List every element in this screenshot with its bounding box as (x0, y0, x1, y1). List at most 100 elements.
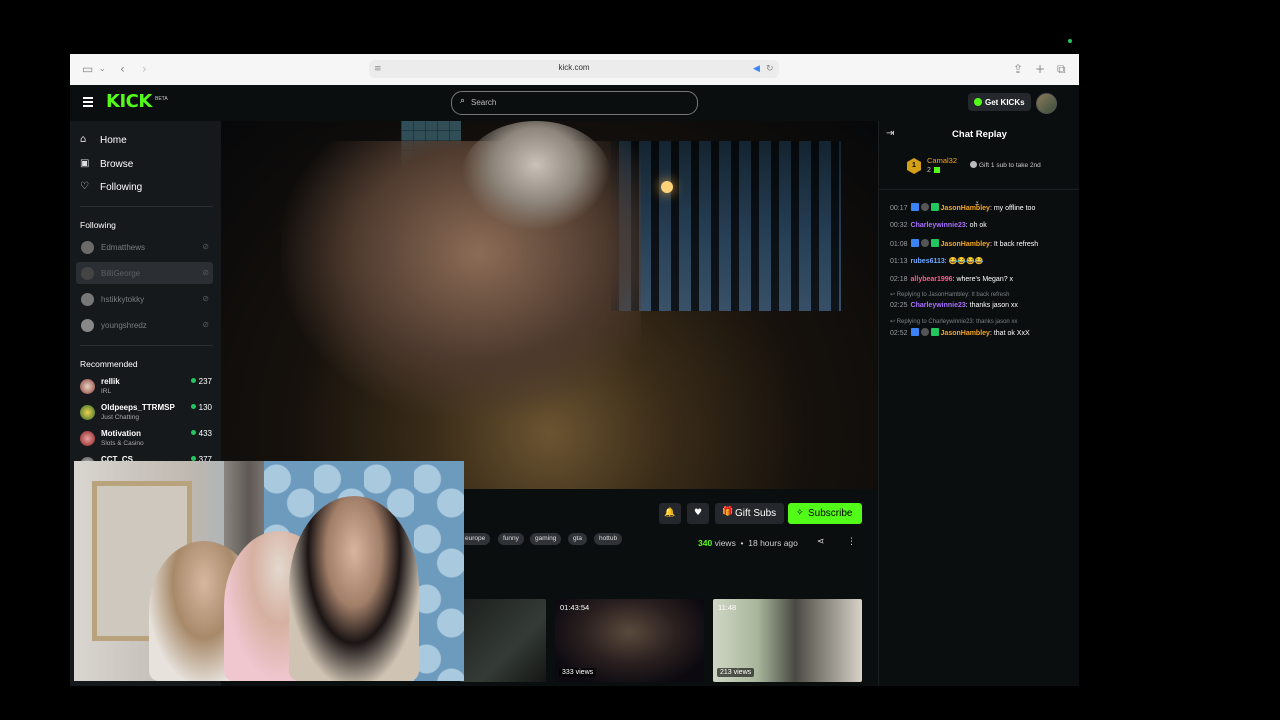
message-user[interactable]: Charleywinnie23 (911, 222, 966, 229)
channel-name: rellik (101, 377, 120, 386)
forward-icon[interactable]: › (142, 62, 147, 76)
share-icon[interactable]: ⇪ (1013, 62, 1023, 76)
channel-name: Edmatthews (101, 243, 146, 252)
badge-icon (920, 239, 929, 247)
follow-heart-button[interactable]: ♥ (687, 503, 709, 524)
recommended-channel[interactable]: Motivation Slots & Casino 433 (80, 428, 212, 452)
gift-prompt[interactable]: Gift 1 sub to take 2nd (970, 161, 1041, 169)
user-avatar[interactable] (1036, 93, 1057, 114)
views-label: views (714, 538, 736, 548)
site-header: KICK BETA ⌕ Search Get KICKs (70, 85, 1079, 121)
following-title: Following (80, 220, 116, 230)
top-gifter-name[interactable]: Camal32 (927, 156, 957, 165)
message-user[interactable]: rubes6113 (911, 258, 945, 265)
back-icon[interactable]: ‹ (120, 62, 125, 76)
clip-views: 213 views (717, 668, 755, 677)
chat-message: 00:17 JasonHambley: my offline too (890, 203, 1076, 213)
gift-prompt-text: Gift 1 sub to take 2nd (979, 162, 1041, 169)
views-count: 340 (698, 538, 713, 548)
message-text: : It back refresh (989, 241, 1039, 248)
sidebar-toggle-icon[interactable]: ▭ (82, 62, 93, 76)
clip-card[interactable]: 11:48 213 views (713, 599, 862, 682)
gift-subs-button[interactable]: 🎁 Gift Subs (715, 503, 784, 524)
viewer-count-value: 433 (198, 429, 212, 438)
channel-name: BilliGeorge (101, 269, 141, 278)
offline-icon: ⊘ (202, 268, 209, 277)
heart-icon: ♥ (693, 508, 703, 518)
browse-icon: ▣ (80, 158, 90, 169)
gift-count-icon (933, 167, 940, 173)
share-icon[interactable]: ⋖ (817, 537, 825, 547)
recommended-channel[interactable]: rellik IRL 237 (80, 376, 212, 400)
speaker-icon[interactable]: ◀ (753, 62, 760, 76)
search-input[interactable]: ⌕ Search (451, 91, 698, 115)
get-kicks-label: Get KICKs (985, 98, 1025, 107)
gift-badge-icon (930, 328, 939, 336)
video-background-railing (611, 141, 841, 311)
tag-europe[interactable]: europe (460, 533, 491, 545)
notification-bell-button[interactable]: 🔔 (659, 503, 681, 524)
channel-avatar (81, 241, 94, 254)
gift-icon: 🎁 (722, 507, 734, 517)
recommended-channel[interactable]: Oldpeeps_TTRMSP Just Chatting 130 (80, 402, 212, 426)
channel-category: Just Chatting (101, 414, 139, 421)
viewer-count: 433 (190, 429, 212, 438)
offline-icon: ⊘ (202, 294, 209, 303)
tag-gta[interactable]: gta (568, 533, 588, 545)
live-dot-icon (190, 430, 196, 435)
badge-icon (910, 239, 919, 247)
followed-channel[interactable]: youngshredz ⊘ (76, 314, 213, 336)
reply-text: Replying to Charleywinnie23: thanks jaso… (896, 319, 1018, 325)
address-bar[interactable]: ≡ kick.com ◀ ↻ (369, 60, 779, 78)
message-text: : where's Megan? x (952, 276, 1014, 283)
tag-gaming[interactable]: gaming (530, 533, 562, 545)
kick-logo[interactable]: KICK (106, 91, 152, 112)
tabs-overview-icon[interactable]: ⧉ (1057, 62, 1066, 76)
clip-card[interactable] (460, 599, 546, 682)
reply-text: Replying to JasonHambley: It back refres… (896, 292, 1010, 298)
bell-icon: 🔔 (664, 508, 676, 518)
get-kicks-button[interactable]: Get KICKs (968, 93, 1031, 111)
tag-funny[interactable]: funny (498, 533, 524, 545)
followed-channel[interactable]: BilliGeorge ⊘ (76, 262, 213, 284)
search-placeholder: Search (471, 98, 497, 107)
chevron-down-icon[interactable]: ⌄ (99, 62, 106, 76)
video-light (661, 181, 673, 193)
rank-badge-icon: 1 (907, 158, 921, 174)
webcam-person (289, 496, 419, 681)
channel-name: hstikkytokky (101, 295, 145, 304)
channel-name: Motivation (101, 429, 141, 438)
message-user[interactable]: JasonHambley (941, 330, 990, 337)
new-tab-icon[interactable]: + (1035, 62, 1045, 76)
message-user[interactable]: JasonHambley (941, 241, 990, 248)
kicks-coin-icon (974, 98, 982, 106)
clip-duration: 01:43:54 (560, 603, 590, 612)
channel-category: Slots & Casino (101, 440, 144, 447)
more-options-icon[interactable]: ⋮ (847, 537, 856, 547)
clip-card[interactable]: 01:43:54 333 views (555, 599, 704, 682)
channel-name: youngshredz (101, 321, 147, 330)
reply-context: ↩ Replying to JasonHambley: It back refr… (890, 292, 1010, 298)
channel-avatar (80, 405, 95, 420)
channel-name: Oldpeeps_TTRMSP (101, 403, 175, 412)
sidebar-item-label: Browse (100, 159, 134, 170)
gift-count: 2 (927, 167, 931, 174)
viewer-count-value: 237 (198, 377, 212, 386)
message-user[interactable]: JasonHambley (941, 205, 990, 212)
video-player[interactable] (221, 121, 878, 489)
followed-channel[interactable]: hstikkytokky ⊘ (76, 288, 213, 310)
message-user[interactable]: allybear1996 (911, 276, 953, 283)
tag-hottub[interactable]: hottub (594, 533, 623, 545)
subscribe-button[interactable]: ✧ Subscribe (788, 503, 862, 524)
channel-avatar (81, 293, 94, 306)
followed-channel[interactable]: Edmatthews ⊘ (76, 236, 213, 258)
clip-views: 333 views (559, 668, 597, 677)
sidebar-item-label: Following (100, 182, 143, 193)
reload-icon[interactable]: ↻ (766, 62, 774, 76)
top-gifter-count: 2 (927, 167, 940, 174)
menu-icon[interactable] (83, 97, 93, 107)
divider (80, 345, 213, 346)
viewer-count-value: 130 (198, 403, 212, 412)
message-time: 01:13 (890, 258, 908, 265)
message-user[interactable]: Charleywinnie23 (911, 302, 966, 309)
